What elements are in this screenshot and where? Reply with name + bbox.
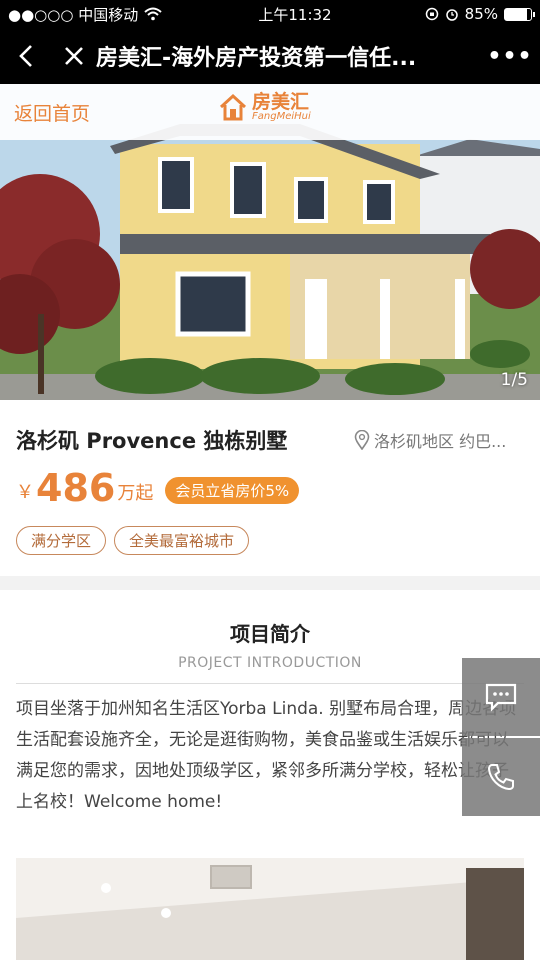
close-button[interactable] [52, 28, 96, 84]
section-title: 项目简介 [230, 622, 310, 646]
status-bar: ●●○○○ 中国移动 上午11:32 85% [0, 0, 540, 28]
hero-header: 返回首页 房美汇 FangMeiHui [0, 84, 540, 140]
intro-text: 项目坐落于加州知名生活区Yorba Linda. 别墅布局合理，周边各项生活配套… [16, 699, 517, 812]
battery-percent: 85% [464, 5, 498, 23]
battery-icon [504, 7, 535, 21]
more-icon: ••• [487, 43, 533, 69]
chat-button[interactable] [462, 658, 540, 736]
member-discount-badge: 会员立省房价5% [165, 476, 300, 504]
nav-bar: 房美汇-海外房产投资第一信任... ••• [0, 28, 540, 84]
chat-icon [485, 683, 517, 712]
back-button[interactable] [0, 28, 52, 84]
close-icon [65, 47, 83, 65]
project-introduction: 项目简介 PROJECT INTRODUCTION 项目坐落于加州知名生活区Yo… [0, 590, 540, 960]
phone-icon [487, 764, 514, 791]
location-pin-icon [354, 430, 370, 450]
page-title: 房美汇-海外房产投资第一信任... [96, 46, 417, 71]
call-button[interactable] [462, 738, 540, 816]
property-info: 洛杉矶 Provence 独栋别墅 洛杉矶地区 约巴... ￥ 486 万起 会… [0, 400, 540, 576]
feature-tags: 满分学区 全美最富裕城市 [16, 526, 524, 555]
image-counter: 1/5 [500, 370, 528, 390]
tag-wealthy-city: 全美最富裕城市 [114, 526, 250, 555]
tag-school-district: 满分学区 [16, 526, 107, 555]
alarm-icon [445, 9, 458, 21]
currency-symbol: ￥ [16, 482, 34, 503]
more-button[interactable]: ••• [480, 28, 540, 84]
price-row: ￥ 486 万起 会员立省房价5% [16, 466, 524, 510]
interior-photo [16, 858, 524, 960]
logo-text-cn: 房美汇 [252, 90, 310, 113]
location-label: 洛杉矶地区 约巴... [374, 432, 507, 451]
location-link[interactable]: 洛杉矶地区 约巴... [354, 428, 524, 452]
clock: 上午11:32 [258, 5, 332, 24]
home-link[interactable]: 返回首页 [14, 99, 90, 126]
rotation-lock-icon [425, 7, 438, 21]
logo-text-en: FangMeiHui [252, 110, 311, 122]
chevron-left-icon [19, 45, 32, 67]
wifi-icon [144, 7, 162, 21]
section-subtitle: PROJECT INTRODUCTION [178, 655, 362, 671]
house-logo-icon [219, 93, 247, 121]
price-unit: 万起 [117, 483, 154, 504]
brand-logo: 房美汇 FangMeiHui [218, 92, 311, 122]
floating-actions [462, 658, 540, 816]
price-value: 486 [36, 466, 116, 510]
carrier-label: ●●○○○ 中国移动 [8, 5, 139, 24]
hero-gallery[interactable]: 返回首页 房美汇 FangMeiHui 1/5 [0, 84, 540, 400]
property-title: 洛杉矶 Provence 独栋别墅 [16, 429, 288, 453]
divider [16, 683, 524, 684]
